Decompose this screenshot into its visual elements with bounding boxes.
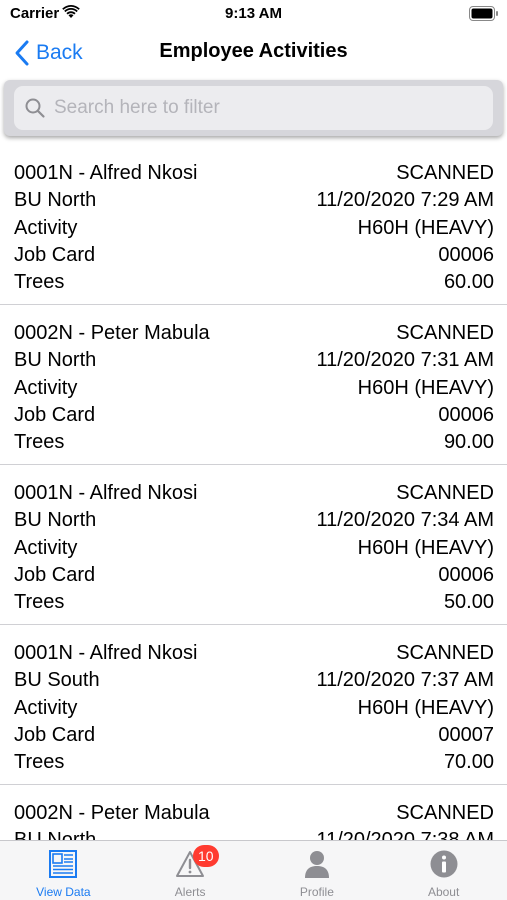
scan-status: SCANNED: [396, 322, 494, 345]
scan-status: SCANNED: [396, 482, 494, 505]
trees-value: 50.00: [443, 591, 494, 614]
trees-value: 90.00: [443, 431, 494, 454]
tab-label: Alerts: [174, 885, 206, 899]
activity-label: Activity: [14, 696, 78, 719]
activity-record[interactable]: 0001N - Alfred Nkosi SCANNED BU North 11/20…: [0, 465, 507, 625]
navigation-bar: Back Employee Activities: [0, 28, 507, 80]
record-row: Job Card 00007: [14, 722, 494, 749]
job-card-label: Job Card: [14, 404, 96, 427]
tab-bar: View Data Alerts 10 Profile About: [0, 840, 507, 900]
record-row: Job Card 00006: [14, 562, 494, 589]
record-row: 0002N - Peter Mabula SCANNED: [14, 800, 494, 827]
info-icon: [430, 850, 458, 878]
scan-datetime: 11/20/2020 7:34 AM: [316, 509, 494, 532]
trees-value: 70.00: [443, 751, 494, 774]
record-row: Trees 60.00: [14, 269, 494, 296]
business-unit: BU South: [14, 669, 100, 692]
person-icon: [304, 851, 329, 878]
record-row: BU North 11/20/2020 7:38 AM: [14, 827, 494, 840]
alerts-badge: 10: [192, 845, 219, 867]
app-screen: Carrier 9:13 AM Back Employee Activities…: [0, 0, 507, 900]
employee-name: 0001N - Alfred Nkosi: [14, 642, 198, 665]
employee-name: 0002N - Peter Mabula: [14, 322, 210, 345]
record-row: BU North 11/20/2020 7:31 AM: [14, 347, 494, 374]
business-unit: BU North: [14, 509, 97, 532]
tab-label: About: [427, 885, 460, 899]
employee-name: 0001N - Alfred Nkosi: [14, 482, 198, 505]
record-row: 0001N - Alfred Nkosi SCANNED: [14, 480, 494, 507]
status-bar: Carrier 9:13 AM: [0, 0, 507, 28]
record-row: 0002N - Peter Mabula SCANNED: [14, 320, 494, 347]
record-row: Trees 50.00: [14, 589, 494, 616]
record-row: Activity H60H (HEAVY): [14, 215, 494, 242]
job-card-label: Job Card: [14, 564, 96, 587]
status-time: 9:13 AM: [225, 5, 282, 22]
record-row: 0001N - Alfred Nkosi SCANNED: [14, 160, 494, 187]
scan-status: SCANNED: [396, 642, 494, 665]
record-row: 0001N - Alfred Nkosi SCANNED: [14, 640, 494, 667]
activity-value: H60H (HEAVY): [357, 696, 494, 719]
scan-datetime: 11/20/2020 7:29 AM: [316, 189, 494, 212]
tab-about[interactable]: About: [380, 841, 507, 900]
battery-icon: [469, 6, 499, 26]
tab-profile[interactable]: Profile: [254, 841, 381, 900]
job-card-value: 00007: [438, 724, 494, 747]
activity-record[interactable]: 0001N - Alfred Nkosi SCANNED BU South 11/20…: [0, 625, 507, 785]
activity-label: Activity: [14, 536, 78, 559]
activity-record[interactable]: 0002N - Peter Mabula SCANNED BU North 11/20…: [0, 785, 507, 840]
record-row: Activity H60H (HEAVY): [14, 695, 494, 722]
scan-datetime: 11/20/2020 7:38 AM: [316, 829, 494, 840]
scan-datetime: 11/20/2020 7:31 AM: [316, 349, 494, 372]
search-bar: [4, 80, 503, 136]
activity-value: H60H (HEAVY): [357, 216, 494, 239]
record-row: Trees 70.00: [14, 749, 494, 776]
tab-label: View Data: [36, 885, 91, 899]
record-row: Job Card 00006: [14, 402, 494, 429]
trees-label: Trees: [14, 751, 65, 774]
search-icon: [25, 98, 45, 118]
search-input[interactable]: [54, 97, 474, 119]
scan-datetime: 11/20/2020 7:37 AM: [316, 669, 494, 692]
record-row: BU North 11/20/2020 7:29 AM: [14, 187, 494, 214]
employee-name: 0001N - Alfred Nkosi: [14, 162, 198, 185]
trees-label: Trees: [14, 271, 65, 294]
business-unit: BU North: [14, 189, 97, 212]
scan-status: SCANNED: [396, 802, 494, 825]
record-row: Trees 90.00: [14, 429, 494, 456]
job-card-value: 00006: [438, 564, 494, 587]
activity-record[interactable]: 0002N - Peter Mabula SCANNED BU North 11/20…: [0, 305, 507, 465]
activity-label: Activity: [14, 376, 78, 399]
job-card-label: Job Card: [14, 724, 96, 747]
activity-list: 0001N - Alfred Nkosi SCANNED BU North 11/20…: [0, 145, 507, 840]
record-row: BU South 11/20/2020 7:37 AM: [14, 667, 494, 694]
activity-record[interactable]: 0001N - Alfred Nkosi SCANNED BU North 11/20…: [0, 145, 507, 305]
activity-value: H60H (HEAVY): [357, 536, 494, 559]
job-card-value: 00006: [438, 244, 494, 267]
trees-label: Trees: [14, 591, 65, 614]
scan-status: SCANNED: [396, 162, 494, 185]
activity-label: Activity: [14, 216, 78, 239]
record-row: Activity H60H (HEAVY): [14, 535, 494, 562]
activity-value: H60H (HEAVY): [357, 376, 494, 399]
search-field[interactable]: [14, 86, 493, 130]
record-row: BU North 11/20/2020 7:34 AM: [14, 507, 494, 534]
view-data-icon: [49, 850, 78, 878]
job-card-label: Job Card: [14, 244, 96, 267]
employee-name: 0002N - Peter Mabula: [14, 802, 210, 825]
trees-label: Trees: [14, 431, 65, 454]
business-unit: BU North: [14, 349, 97, 372]
page-title: Employee Activities: [159, 40, 348, 62]
trees-value: 60.00: [443, 271, 494, 294]
business-unit: BU North: [14, 829, 96, 840]
tab-view-data[interactable]: View Data: [0, 841, 127, 900]
tab-label: Profile: [299, 885, 334, 899]
tab-alerts[interactable]: Alerts 10: [127, 841, 254, 900]
record-row: Activity H60H (HEAVY): [14, 375, 494, 402]
record-row: Job Card 00006: [14, 242, 494, 269]
job-card-value: 00006: [438, 404, 494, 427]
